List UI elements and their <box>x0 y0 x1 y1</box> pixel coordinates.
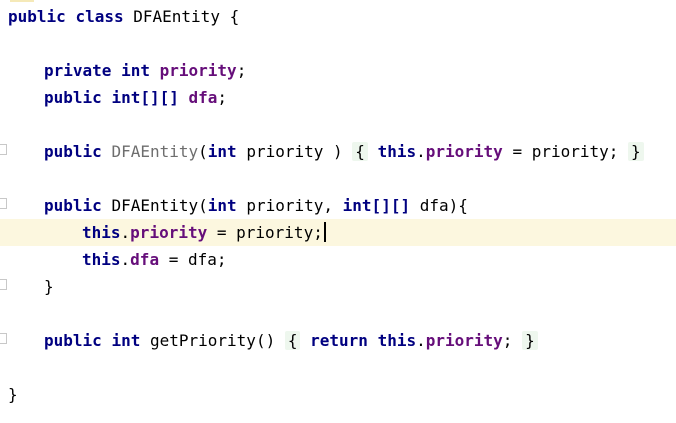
keyword-int-array: int[][] <box>111 88 179 107</box>
code-line-class-close[interactable]: } <box>0 381 676 408</box>
field-priority: priority <box>130 223 208 242</box>
open-paren: ( <box>198 142 208 161</box>
keyword-this: this <box>82 223 121 242</box>
folded-open-brace[interactable]: { <box>284 331 301 350</box>
field-dfa: dfa <box>130 250 160 269</box>
keyword-int: int <box>207 196 237 215</box>
keyword-public: public <box>44 88 102 107</box>
dot: . <box>120 250 131 269</box>
class-name: DFAEntity <box>133 7 220 26</box>
code-line-field-priority[interactable]: private int priority; <box>0 57 676 84</box>
code-line-ctor1[interactable]: public DFAEntity(int priority ) { this.p… <box>0 138 676 165</box>
param-priority: priority <box>236 142 334 161</box>
folded-open-brace[interactable]: { <box>352 142 368 161</box>
dot: . <box>120 223 131 242</box>
code-line-assign-priority-current[interactable]: this.priority = priority; <box>0 219 676 246</box>
keyword-int-array: int[][] <box>342 196 411 215</box>
keyword-public: public <box>44 142 102 161</box>
keyword-return: return <box>310 331 368 350</box>
keyword-public: public <box>44 331 102 350</box>
keyword-this: this <box>82 250 121 269</box>
close-paren: ) <box>333 142 343 161</box>
code-line-field-dfa[interactable]: public int[][] dfa; <box>0 84 676 111</box>
assignment: = priority; <box>207 223 323 242</box>
open-paren: ( <box>198 196 208 215</box>
keyword-class: class <box>75 7 124 26</box>
semicolon: ; <box>502 331 523 350</box>
code-line-assign-dfa[interactable]: this.dfa = dfa; <box>0 246 676 273</box>
close-brace: } <box>8 385 18 404</box>
code-line-getter[interactable]: public int getPriority() { return this.p… <box>0 327 676 354</box>
param-priority: priority, <box>236 196 343 215</box>
field-priority: priority <box>159 61 237 80</box>
param-dfa: dfa){ <box>410 196 468 215</box>
keyword-this: this <box>377 331 417 350</box>
ctor-name: DFAEntity <box>111 142 199 161</box>
folded-close-brace[interactable]: } <box>522 331 538 350</box>
keyword-int: int <box>111 331 141 350</box>
field-priority: priority <box>425 331 503 350</box>
keyword-int: int <box>207 142 237 161</box>
dot: . <box>416 331 426 350</box>
semicolon: ; <box>217 88 228 107</box>
keyword-this: this <box>377 142 417 161</box>
keyword-public: public <box>44 196 102 215</box>
dot: . <box>416 142 426 161</box>
code-line-ctor2[interactable]: public DFAEntity(int priority, int[][] d… <box>0 192 676 219</box>
assignment: = dfa; <box>159 250 227 269</box>
folded-close-brace[interactable]: } <box>628 142 644 161</box>
field-dfa: dfa <box>188 88 218 107</box>
method-name: getPriority() <box>140 331 285 350</box>
keyword-int: int <box>121 61 150 80</box>
code-editor[interactable]: public class DFAEntity { private int pri… <box>0 0 676 423</box>
open-brace: { <box>229 7 240 26</box>
ctor-name: DFAEntity <box>111 196 199 215</box>
semicolon: ; <box>236 61 247 80</box>
keyword-private: private <box>44 61 112 80</box>
assignment: = priority; <box>502 142 629 161</box>
code-line-ctor2-close[interactable]: } <box>0 273 676 300</box>
keyword-public: public <box>8 7 66 26</box>
field-priority: priority <box>425 142 503 161</box>
close-brace: } <box>44 277 54 296</box>
text-caret <box>323 222 326 242</box>
code-line-class-decl[interactable]: public class DFAEntity { <box>0 3 676 30</box>
